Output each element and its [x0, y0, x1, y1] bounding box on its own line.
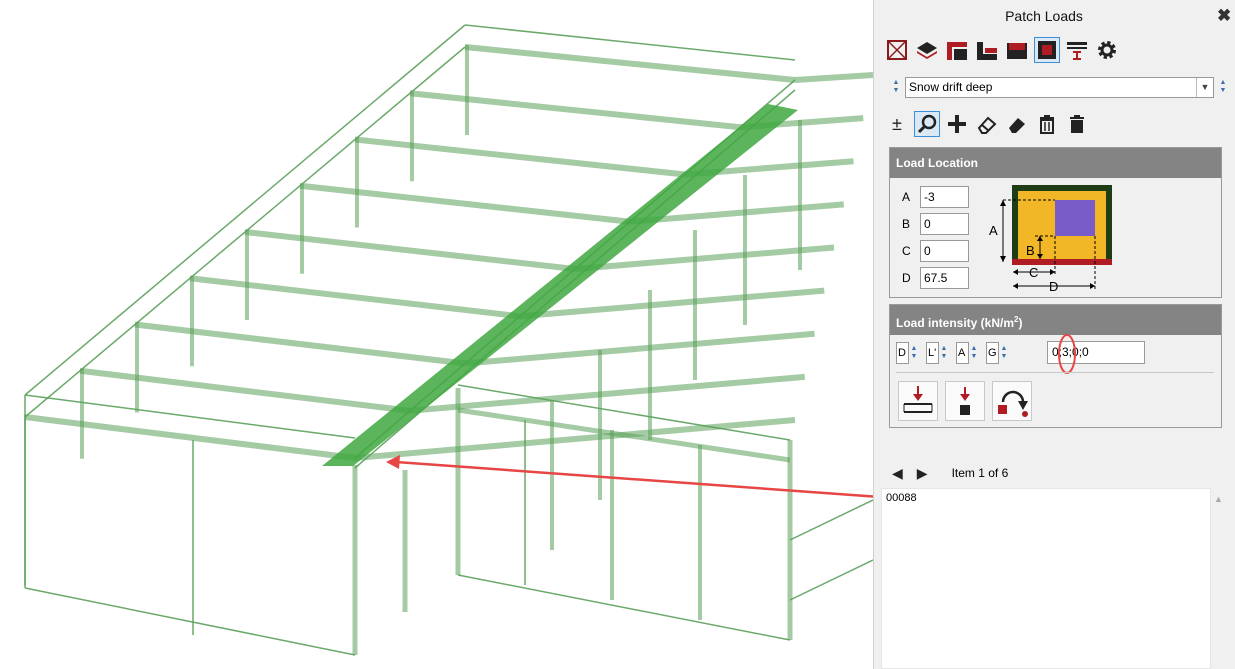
- rafter[interactable]: [79, 367, 411, 414]
- diagram-label-a: A: [989, 223, 998, 238]
- diagram-label-d: D: [1049, 279, 1058, 294]
- rafter[interactable]: [134, 321, 466, 367]
- patch-loads-panel: Patch Loads ✖ ▲ ▼ Snow drift deep ▼ ▲ ▼ …: [873, 0, 1235, 669]
- list-item[interactable]: 00088: [882, 489, 1210, 507]
- field-a-input[interactable]: -3: [920, 186, 969, 208]
- base-line[interactable]: [457, 574, 791, 641]
- patch-selected-icon[interactable]: [1034, 37, 1060, 63]
- field-d-input[interactable]: 67.5: [920, 267, 969, 289]
- load-location-diagram: A B C D: [989, 185, 1112, 294]
- building-frame-model[interactable]: [0, 0, 873, 669]
- rafter[interactable]: [464, 330, 815, 367]
- rafter[interactable]: [457, 407, 791, 463]
- load-case-spinner[interactable]: ▲ ▼: [891, 79, 901, 95]
- field-d-row: D 67.5: [902, 267, 969, 289]
- base-line[interactable]: [24, 587, 356, 656]
- g-selector[interactable]: G ▲ ▼: [986, 342, 1009, 364]
- field-b-label: B: [902, 217, 911, 231]
- highlight-ellipse: [1058, 334, 1076, 374]
- load-distribution-button[interactable]: [898, 381, 938, 421]
- brace-line[interactable]: [789, 559, 873, 601]
- beam-load-icon[interactable]: [1064, 37, 1090, 63]
- panel-title: Patch Loads: [1005, 8, 1083, 24]
- add-icon[interactable]: [944, 111, 970, 137]
- point-load-button[interactable]: [945, 381, 985, 421]
- diagram-label-c: C: [1029, 265, 1038, 280]
- eraser-filled-icon[interactable]: [1004, 111, 1030, 137]
- gable-line[interactable]: [24, 394, 356, 439]
- load-location-header: Load Location: [890, 148, 1221, 178]
- item-navigation: ◀ ▶ Item 1 of 6: [892, 462, 1008, 484]
- a-selector[interactable]: A ▲ ▼: [956, 342, 979, 364]
- live-selector-value: L': [926, 342, 939, 364]
- patch-type-toolbar: [884, 35, 1120, 65]
- rafter[interactable]: [794, 72, 873, 83]
- field-b-input[interactable]: 0: [920, 213, 969, 235]
- scroll-up-arrow[interactable]: ▲: [1214, 494, 1223, 504]
- live-selector[interactable]: L' ▲ ▼: [926, 342, 949, 364]
- live-selector-spinner[interactable]: ▲ ▼: [939, 345, 949, 361]
- field-a-row: A -3: [902, 186, 969, 208]
- a-selector-value: A: [956, 342, 969, 364]
- load-case-order-spinner[interactable]: ▲ ▼: [1218, 79, 1228, 95]
- field-c-row: C 0: [902, 240, 969, 262]
- field-a-label: A: [902, 190, 911, 204]
- dead-selector[interactable]: D ▲ ▼: [896, 342, 919, 364]
- eraser-icon[interactable]: [974, 111, 1000, 137]
- load-location-group: Load Location A -3 B 0 C 0 D 67.5 A B C …: [889, 147, 1222, 298]
- patch-corner-icon[interactable]: [974, 37, 1000, 63]
- brace-line[interactable]: [789, 499, 873, 541]
- chevron-down-icon[interactable]: ▼: [1196, 78, 1213, 97]
- load-intensity-header-text: Load intensity (kN/m: [896, 316, 1015, 330]
- rafter[interactable]: [409, 90, 741, 131]
- rafter[interactable]: [464, 44, 796, 83]
- field-c-label: C: [902, 244, 911, 258]
- diagram-label-b: B: [1026, 243, 1035, 258]
- next-item-button[interactable]: ▶: [917, 465, 928, 482]
- load-case-selected: Snow drift deep: [909, 80, 993, 94]
- delete-icon[interactable]: [1034, 111, 1060, 137]
- layers-icon[interactable]: [914, 37, 940, 63]
- selected-members-list[interactable]: 00088: [881, 488, 1211, 669]
- rafter[interactable]: [24, 414, 356, 461]
- plus-minus-icon[interactable]: ±: [884, 111, 910, 137]
- g-selector-value: G: [986, 342, 999, 364]
- field-b-row: B 0: [902, 213, 969, 235]
- a-selector-spinner[interactable]: ▲ ▼: [969, 345, 979, 361]
- moment-button[interactable]: [992, 381, 1032, 421]
- rafter[interactable]: [244, 229, 576, 272]
- load-intensity-header: Load intensity (kN/m2): [890, 305, 1221, 335]
- rafter[interactable]: [409, 373, 806, 414]
- patch-top-icon[interactable]: [944, 37, 970, 63]
- divider: [896, 372, 1214, 373]
- zoom-icon[interactable]: [914, 111, 940, 137]
- rafter[interactable]: [354, 136, 686, 178]
- load-intensity-header-suffix: ): [1018, 316, 1023, 330]
- 3d-model-viewport[interactable]: [0, 0, 873, 669]
- item-count: Item 1 of 6: [951, 466, 1009, 480]
- dead-selector-spinner[interactable]: ▲ ▼: [909, 345, 919, 361]
- no-load-icon[interactable]: [884, 37, 910, 63]
- previous-item-button[interactable]: ◀: [892, 465, 903, 482]
- patch-wall-icon[interactable]: [1004, 37, 1030, 63]
- load-intensity-group: Load intensity (kN/m2) D ▲ ▼ L' ▲ ▼ A ▲ ▼ G…: [889, 304, 1222, 428]
- edit-toolbar: ±: [884, 109, 1090, 139]
- field-c-input[interactable]: 0: [920, 240, 969, 262]
- close-icon[interactable]: ✖: [1217, 6, 1231, 26]
- dead-selector-value: D: [896, 342, 909, 364]
- gear-icon[interactable]: [1094, 37, 1120, 63]
- g-selector-spinner[interactable]: ▲ ▼: [999, 345, 1009, 361]
- field-d-label: D: [902, 271, 911, 285]
- rafter[interactable]: [189, 275, 521, 320]
- rafter[interactable]: [299, 182, 631, 225]
- load-component-selectors: D ▲ ▼ L' ▲ ▼ A ▲ ▼ G ▲ ▼: [896, 342, 1009, 364]
- delete-all-icon[interactable]: [1064, 111, 1090, 137]
- load-case-dropdown[interactable]: Snow drift deep ▼: [905, 77, 1214, 98]
